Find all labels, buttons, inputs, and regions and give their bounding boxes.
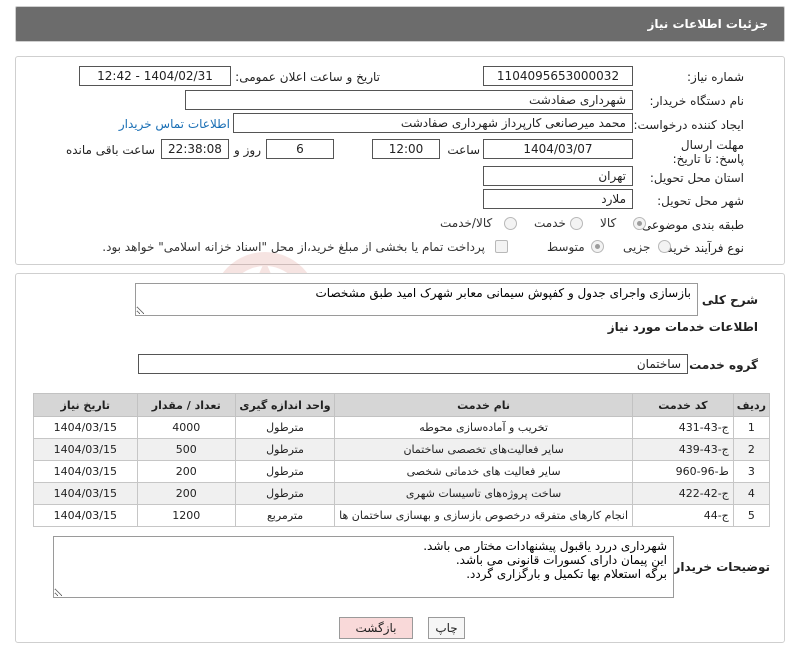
cell-quantity: 4000	[136, 416, 236, 439]
table-row: 5 ج-44 انجام کارهای متفرقه درخصوص بازساز…	[33, 504, 771, 527]
cell-service-name: ساخت پروژه‌های تاسیسات شهری	[334, 482, 634, 505]
col-unit: واحد اندازه گیری	[234, 393, 336, 417]
process-minor-radio[interactable]	[658, 240, 671, 253]
announce-label: تاریخ و ساعت اعلان عمومی:	[235, 70, 380, 84]
deadline-label: مهلت ارسال پاسخ: تا تاریخ:	[672, 138, 744, 166]
category-goods-label: کالا	[600, 216, 617, 230]
province-label: استان محل تحویل:	[649, 171, 744, 185]
cell-row-number: 1	[732, 416, 771, 439]
cell-unit: مترطول	[234, 482, 336, 505]
cell-service-code: ج-44	[632, 504, 734, 527]
process-medium-label: متوسط	[547, 240, 585, 254]
col-service-code: کد خدمت	[632, 393, 734, 417]
table-header-row: ردیف کد خدمت نام خدمت واحد اندازه گیری ت…	[33, 393, 771, 417]
cell-service-name: انجام کارهای متفرقه درخصوص بازسازی و بهس…	[334, 504, 634, 527]
cell-service-code: ج-42-422	[632, 482, 734, 505]
cell-row-number: 4	[732, 482, 771, 505]
cell-need-date: 1404/03/15	[33, 482, 138, 505]
cell-service-name: سایر فعالیت‌های تخصصی ساختمان	[334, 438, 634, 461]
treasury-note: پرداخت تمام یا بخشی از مبلغ خرید،از محل …	[102, 240, 485, 254]
cell-service-name: سایر فعالیت های خدماتی شخصی	[334, 460, 634, 483]
city-field: ملارد	[483, 189, 633, 209]
table-row: 4 ج-42-422 ساخت پروژه‌های تاسیسات شهری م…	[33, 482, 771, 505]
cell-row-number: 5	[732, 504, 771, 527]
cell-need-date: 1404/03/15	[33, 460, 138, 483]
process-label: نوع فرآیند خرید :	[659, 241, 744, 255]
deadline-time-field: 12:00	[372, 139, 440, 159]
cell-unit: مترطول	[234, 460, 336, 483]
process-medium-radio[interactable]	[591, 240, 604, 253]
creator-field: محمد میرصانعی کارپرداز شهرداری صفادشت	[233, 113, 633, 133]
province-field: تهران	[483, 166, 633, 186]
service-group-field: ساختمان	[138, 354, 688, 374]
category-goods-service-label: کالا/خدمت	[440, 216, 493, 230]
page-title: جزئیات اطلاعات نیاز	[647, 17, 768, 31]
process-minor-label: جزیی	[623, 240, 651, 254]
need-number-label: شماره نیاز:	[687, 70, 744, 84]
cell-unit: مترطول	[234, 438, 336, 461]
deadline-date-field: 1404/03/07	[483, 139, 633, 159]
cell-quantity: 200	[136, 460, 236, 483]
print-button[interactable]: چاپ	[428, 617, 465, 639]
cell-service-code: ج-43-431	[632, 416, 734, 439]
table-row: 1 ج-43-431 تخریب و آماده‌سازی محوطه مترط…	[33, 416, 771, 439]
remaining-time-field: 22:38:08	[161, 139, 229, 159]
cell-unit: مترمربع	[234, 504, 336, 527]
cell-service-name: تخریب و آماده‌سازی محوطه	[334, 416, 634, 439]
category-label: طبقه بندی موضوعی:	[637, 218, 744, 232]
col-row-number: ردیف	[732, 393, 771, 417]
category-goods-service-radio[interactable]	[504, 217, 517, 230]
days-label: روز و	[234, 143, 261, 157]
cell-service-code: ط-96-960	[632, 460, 734, 483]
category-service-label: خدمت	[534, 216, 566, 230]
col-need-date: تاریخ نیاز	[33, 393, 138, 417]
cell-quantity: 500	[136, 438, 236, 461]
category-goods-radio[interactable]	[633, 217, 646, 230]
buyer-contact-link[interactable]: اطلاعات تماس خریدار	[119, 117, 230, 131]
col-service-name: نام خدمت	[334, 393, 634, 417]
remaining-time-label: ساعت باقی مانده	[65, 143, 155, 157]
table-row: 2 ج-43-439 سایر فعالیت‌های تخصصی ساختمان…	[33, 438, 771, 461]
page-header: جزئیات اطلاعات نیاز	[15, 6, 785, 42]
creator-label: ایجاد کننده درخواست:	[633, 118, 744, 132]
services-section-title: اطلاعات خدمات مورد نیاز	[607, 320, 758, 334]
city-label: شهر محل تحویل:	[657, 194, 744, 208]
cell-need-date: 1404/03/15	[33, 504, 138, 527]
buyer-notes-textarea[interactable]: شهرداری دررد یاقبول پیشنهادات مختار می ب…	[53, 536, 674, 598]
back-button[interactable]: بازگشت	[339, 617, 413, 639]
buyer-notes-label: توضیحات خریدار:	[668, 560, 770, 574]
cell-quantity: 1200	[136, 504, 236, 527]
cell-unit: مترطول	[234, 416, 336, 439]
cell-quantity: 200	[136, 482, 236, 505]
announce-field: 1404/02/31 - 12:42	[79, 66, 231, 86]
treasury-checkbox[interactable]	[495, 240, 508, 253]
summary-textarea[interactable]: بازسازی واجرای جدول و کفپوش سیمانی معابر…	[135, 283, 698, 316]
cell-need-date: 1404/03/15	[33, 416, 138, 439]
services-table: ردیف کد خدمت نام خدمت واحد اندازه گیری ت…	[33, 393, 771, 527]
table-row: 3 ط-96-960 سایر فعالیت های خدماتی شخصی م…	[33, 460, 771, 483]
category-service-radio[interactable]	[570, 217, 583, 230]
buyer-org-label: نام دستگاه خریدار:	[649, 94, 745, 108]
service-group-label: گروه خدمت:	[684, 358, 758, 372]
need-number-field: 1104095653000032	[483, 66, 633, 86]
cell-row-number: 2	[732, 438, 771, 461]
col-quantity: تعداد / مقدار	[136, 393, 236, 417]
cell-row-number: 3	[732, 460, 771, 483]
cell-service-code: ج-43-439	[632, 438, 734, 461]
deadline-time-label: ساعت	[447, 143, 480, 157]
days-field: 6	[266, 139, 334, 159]
cell-need-date: 1404/03/15	[33, 438, 138, 461]
buyer-org-field: شهرداری صفادشت	[185, 90, 633, 110]
